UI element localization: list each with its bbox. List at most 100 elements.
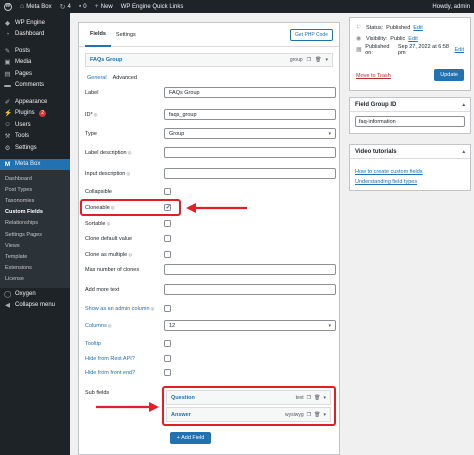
- collapse-icon: ◀: [5, 302, 10, 310]
- columns-row: Columns◍ 12 ▾: [85, 320, 337, 331]
- field-group-id-input[interactable]: faq-information: [355, 116, 465, 127]
- eye-icon: ◉: [356, 36, 362, 42]
- submenu-taxonomies[interactable]: Taxonomies: [0, 195, 70, 206]
- menu-comments[interactable]: ▬ Comments: [0, 80, 70, 92]
- menu-settings[interactable]: ⚙ Settings: [0, 142, 70, 154]
- label-description-row: Label description◍: [85, 147, 337, 158]
- tooltip-row: Tooltip: [85, 338, 337, 349]
- edit-visibility-link[interactable]: Edit: [408, 36, 417, 42]
- help-icon[interactable]: ◍: [94, 112, 98, 117]
- help-icon[interactable]: ◍: [126, 171, 130, 176]
- get-php-code-button[interactable]: Get PHP Code: [290, 28, 333, 41]
- account-menu[interactable]: Howdy, admin: [428, 0, 474, 13]
- menu-meta-box[interactable]: M Meta Box: [0, 158, 70, 170]
- sortable-label: Sortable: [85, 220, 106, 227]
- hide-rest-label: Hide from Rest API?: [85, 355, 135, 362]
- sub-fields-label: Sub fields: [85, 389, 110, 396]
- id-label: ID*: [85, 111, 93, 118]
- menu-appearance[interactable]: ✐ Appearance: [0, 96, 70, 108]
- collapse-toggle-icon[interactable]: ▴: [462, 102, 465, 108]
- menu-posts[interactable]: ✎ Posts: [0, 45, 70, 57]
- menu-users[interactable]: ☺ Users: [0, 119, 70, 131]
- menu-media[interactable]: ▣ Media: [0, 57, 70, 69]
- type-select[interactable]: Group ▾: [164, 128, 336, 139]
- calendar-icon: ▦: [356, 47, 362, 53]
- cloneable-annotation-arrow: [186, 203, 247, 213]
- clone-default-checkbox[interactable]: [164, 235, 171, 242]
- menu-dashboard[interactable]: ◔ Dashboard: [0, 29, 70, 41]
- hide-rest-checkbox[interactable]: [164, 355, 171, 362]
- submenu-relationships[interactable]: Relationships: [0, 218, 70, 229]
- dashboard-icon: ◔: [5, 30, 10, 38]
- edit-date-link[interactable]: Edit: [455, 47, 464, 53]
- brush-icon: ✐: [4, 98, 11, 106]
- subtab-advanced[interactable]: Advanced: [113, 75, 137, 81]
- duplicate-icon[interactable]: ❐: [307, 57, 311, 63]
- id-row: ID*◍ faqs_group: [85, 109, 337, 120]
- submenu-post-types[interactable]: Post Types: [0, 184, 70, 195]
- submenu-custom-fields[interactable]: Custom Fields: [0, 207, 70, 218]
- collapse-menu-button[interactable]: ◀ Collapse menu: [0, 299, 70, 311]
- submenu-views[interactable]: Views: [0, 240, 70, 251]
- menu-tools[interactable]: ⚒ Tools: [0, 131, 70, 143]
- clone-multiple-checkbox[interactable]: [164, 251, 171, 258]
- comment-icon: ▪: [78, 3, 82, 10]
- help-icon[interactable]: ◍: [108, 323, 112, 328]
- tooltip-checkbox[interactable]: [164, 340, 171, 347]
- move-to-trash-link[interactable]: Move to Trash: [356, 73, 391, 79]
- video-tutorials-title: Video tutorials: [355, 148, 397, 155]
- trash-icon[interactable]: 🗑: [315, 57, 321, 63]
- edit-status-link[interactable]: Edit: [413, 25, 422, 31]
- admin-column-checkbox[interactable]: [164, 305, 171, 312]
- sortable-row: Sortable◍: [85, 218, 337, 229]
- label-description-label: Label description: [85, 149, 127, 156]
- visibility-line: ◉ Visibility: Public Edit: [356, 35, 418, 43]
- updates-link[interactable]: ↻ 4: [56, 0, 75, 13]
- site-name-link[interactable]: ⌂ Meta Box: [16, 0, 56, 13]
- submenu-license[interactable]: License: [0, 274, 70, 285]
- submenu-dashboard[interactable]: Dashboard: [0, 173, 70, 184]
- admin-bar: ⌂Meta Box ↻4 ▪0 +New WP Engine Quick Lin…: [0, 0, 474, 13]
- hide-front-label: Hide from front end?: [85, 369, 136, 376]
- subtab-general[interactable]: General: [87, 75, 107, 81]
- wp-logo-menu[interactable]: [0, 0, 16, 13]
- help-icon[interactable]: ◍: [128, 150, 132, 155]
- help-icon[interactable]: ◍: [151, 306, 155, 311]
- sortable-checkbox[interactable]: [164, 220, 171, 227]
- comments-link[interactable]: ▪ 0: [75, 0, 91, 13]
- tab-fields[interactable]: Fields: [85, 23, 111, 47]
- update-button[interactable]: Update: [434, 69, 464, 81]
- chevron-down-icon[interactable]: ▾: [325, 57, 328, 63]
- menu-wp-engine[interactable]: ◆ WP Engine: [0, 17, 70, 29]
- submenu-extensions[interactable]: Extensions: [0, 263, 70, 274]
- group-field-header[interactable]: FAQs Group group ❐ 🗑 ▾: [85, 53, 333, 67]
- tab-settings[interactable]: Settings: [111, 23, 141, 47]
- menu-oxygen[interactable]: ◯ Oxygen: [0, 288, 70, 300]
- new-content-link[interactable]: + New: [91, 0, 117, 13]
- max-clones-input[interactable]: [164, 264, 336, 275]
- video-link-field-types[interactable]: Understanding field types: [350, 177, 470, 187]
- help-icon[interactable]: ◍: [128, 252, 132, 257]
- id-input[interactable]: faqs_group: [164, 109, 336, 120]
- collapse-toggle-icon[interactable]: ▴: [462, 149, 465, 155]
- label-input[interactable]: FAQs Group: [164, 87, 336, 98]
- menu-pages[interactable]: ▤ Pages: [0, 68, 70, 80]
- label-description-input[interactable]: [164, 147, 336, 158]
- oxygen-icon: ◯: [4, 290, 12, 298]
- refresh-icon: ↻: [59, 3, 66, 11]
- menu-plugins[interactable]: ⚡ Plugins 2: [0, 108, 70, 120]
- clone-multiple-row: Clone as multiple◍: [85, 249, 337, 260]
- hide-front-checkbox[interactable]: [164, 369, 171, 376]
- add-more-input[interactable]: [164, 284, 336, 295]
- video-link-create-custom-fields[interactable]: How to create custom fields: [350, 167, 470, 177]
- add-field-button[interactable]: + Add Field: [170, 432, 211, 444]
- submenu-template[interactable]: Template: [0, 251, 70, 262]
- columns-select[interactable]: 12 ▾: [164, 320, 336, 331]
- status-line: ⚐ Status: Published Edit: [356, 24, 423, 32]
- submenu-settings-pages[interactable]: Settings Pages: [0, 229, 70, 240]
- input-description-input[interactable]: [164, 168, 336, 179]
- collapsible-checkbox[interactable]: [164, 188, 171, 195]
- help-icon[interactable]: ◍: [107, 221, 111, 226]
- wp-engine-quick-links[interactable]: WP Engine Quick Links: [117, 0, 188, 13]
- published-on-line: ▦ Published on: Sep 27, 2022 at 6:58 pm …: [356, 43, 464, 56]
